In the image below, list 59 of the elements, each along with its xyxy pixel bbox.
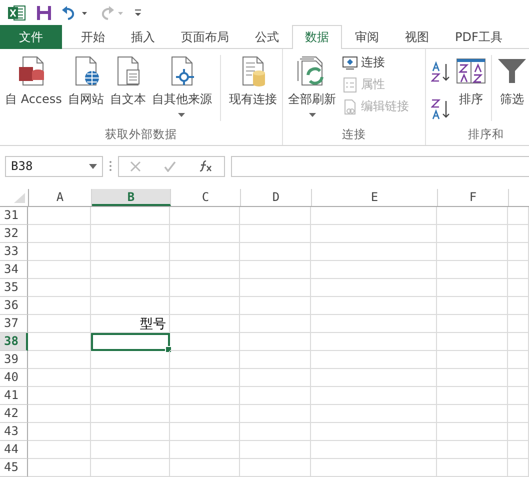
row-header[interactable]: 41 bbox=[0, 387, 28, 405]
caret-icon bbox=[308, 113, 316, 117]
column-header[interactable]: C bbox=[171, 189, 241, 206]
ribbon-button[interactable]: 自 Access bbox=[3, 53, 64, 110]
ribbon-button[interactable]: 现有连接 bbox=[226, 53, 279, 110]
link-icon bbox=[342, 98, 358, 114]
undo-icon[interactable] bbox=[62, 6, 88, 20]
select-all-icon[interactable] bbox=[14, 193, 25, 203]
row-header[interactable]: 31 bbox=[0, 207, 28, 225]
fill-handle[interactable] bbox=[165, 346, 172, 353]
row-header[interactable]: 34 bbox=[0, 261, 28, 279]
name-box[interactable]: B38 bbox=[5, 156, 103, 176]
row-header[interactable]: 35 bbox=[0, 279, 28, 297]
column-header[interactable]: D bbox=[241, 189, 312, 206]
dropdown-icon bbox=[89, 164, 97, 168]
grid-cell[interactable] bbox=[91, 333, 170, 351]
row-header[interactable]: 36 bbox=[0, 297, 28, 315]
column-header[interactable]: F bbox=[438, 189, 509, 206]
group-label: 排序和 bbox=[467, 127, 505, 143]
ribbon-tab[interactable]: 开始 bbox=[68, 25, 118, 49]
ribbon-tab[interactable]: 公式 bbox=[242, 25, 292, 49]
insert-function-button[interactable] bbox=[198, 160, 213, 172]
row-header[interactable]: 43 bbox=[0, 423, 28, 441]
row-header[interactable]: 38 bbox=[0, 333, 28, 351]
connection-icon bbox=[342, 56, 358, 70]
column-header[interactable]: E bbox=[312, 189, 438, 206]
ribbon-button[interactable]: 连接 bbox=[340, 53, 411, 72]
ribbon-button[interactable]: 筛选 bbox=[494, 53, 529, 110]
row-header[interactable]: 44 bbox=[0, 441, 28, 459]
group-label: 连接 bbox=[341, 127, 367, 143]
ribbon-tab[interactable]: 数据 bbox=[292, 25, 342, 49]
ribbon-button[interactable]: 排序 bbox=[453, 53, 489, 110]
ribbon-button[interactable]: 自网站 bbox=[66, 53, 106, 110]
enter-button[interactable] bbox=[164, 160, 176, 172]
row-header[interactable]: 40 bbox=[0, 369, 28, 387]
ribbon-button[interactable]: 自文本 bbox=[108, 53, 148, 110]
row-header[interactable]: 42 bbox=[0, 405, 28, 423]
ribbon-button[interactable]: 全部刷新 bbox=[286, 53, 338, 119]
excel-icon bbox=[8, 4, 26, 20]
ribbon-tab[interactable]: 审阅 bbox=[342, 25, 392, 49]
row-header[interactable]: 39 bbox=[0, 351, 28, 369]
group-label: 获取外部数据 bbox=[104, 127, 178, 143]
grid-cell[interactable]: 型号 bbox=[91, 315, 170, 333]
column-header[interactable]: B bbox=[92, 189, 171, 206]
customize-icon[interactable] bbox=[134, 8, 142, 16]
grip-icon bbox=[109, 160, 112, 172]
ribbon-tab[interactable]: 插入 bbox=[118, 25, 168, 49]
cancel-button[interactable] bbox=[130, 160, 142, 172]
row-header[interactable]: 45 bbox=[0, 459, 28, 477]
ribbon-button[interactable]: 自其他来源 bbox=[150, 53, 214, 119]
row-header[interactable]: 32 bbox=[0, 225, 28, 243]
row-header[interactable]: 33 bbox=[0, 243, 28, 261]
properties-icon bbox=[342, 76, 358, 92]
caret-icon bbox=[178, 113, 186, 117]
ribbon-tab[interactable]: 视图 bbox=[392, 25, 442, 49]
ribbon-tab[interactable]: PDF工具 bbox=[442, 25, 516, 49]
formula-input[interactable] bbox=[231, 156, 529, 176]
ribbon-tab[interactable]: 文件 bbox=[0, 25, 62, 49]
ribbon-tab[interactable]: 页面布局 bbox=[168, 25, 242, 49]
